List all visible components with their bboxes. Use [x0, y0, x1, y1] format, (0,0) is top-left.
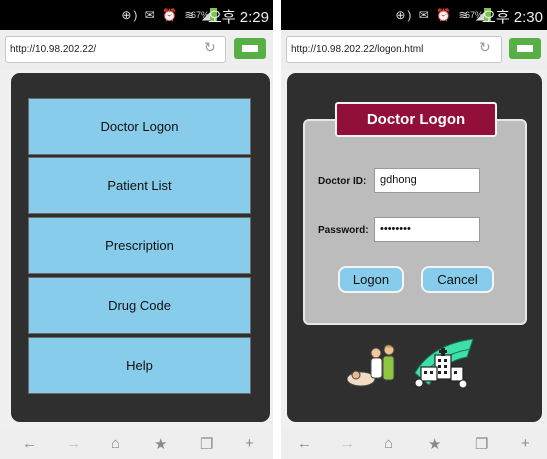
add-icon[interactable]: +: [245, 435, 254, 452]
add-icon[interactable]: +: [521, 435, 530, 452]
dialog-title-banner: Doctor Logon: [335, 102, 497, 137]
password-label: Password:: [318, 225, 369, 236]
reload-icon[interactable]: ↻: [204, 39, 216, 56]
page-content: Doctor Logon Patient List Prescription D…: [11, 73, 270, 422]
status-time: 오후 2:30: [482, 9, 543, 26]
tabs-button[interactable]: [234, 38, 266, 59]
page-content: Doctor ID: gdhong Password: •••••••• Log…: [287, 73, 542, 422]
right-screen: ⊕) ✉ ⏰ ≋ ◢ 67% 오후 2:30 http://10.98.202.…: [281, 0, 547, 459]
tabs-icon[interactable]: ❐: [475, 435, 488, 453]
status-bar: ⊕) ✉ ⏰ ≋ ◢ 67% 오후 2:30: [281, 0, 547, 30]
menu-help-button[interactable]: Help: [28, 337, 251, 394]
status-time: 오후 2:29: [208, 9, 269, 26]
doctor-patient-clipart: [347, 344, 395, 387]
url-field[interactable]: http://10.98.202.22/: [5, 36, 226, 63]
reload-icon[interactable]: ↻: [479, 39, 491, 56]
browser-toolbar: ← → ⌂ ★ ❐ +: [0, 429, 273, 459]
forward-icon[interactable]: →: [66, 435, 81, 452]
menu-drug-code-button[interactable]: Drug Code: [28, 277, 251, 334]
battery-percent: 67%: [190, 10, 209, 20]
browser-toolbar: ← → ⌂ ★ ❐ +: [281, 429, 547, 459]
back-icon[interactable]: ←: [22, 435, 37, 452]
menu-doctor-logon-button[interactable]: Doctor Logon: [28, 98, 251, 155]
logon-dialog: Doctor ID: gdhong Password: •••••••• Log…: [303, 119, 527, 325]
back-icon[interactable]: ←: [297, 435, 312, 452]
doctor-id-input[interactable]: gdhong: [374, 168, 480, 193]
tabs-icon[interactable]: ❐: [200, 435, 213, 453]
url-field[interactable]: http://10.98.202.22/logon.html: [286, 36, 502, 63]
bookmark-star-icon[interactable]: ★: [428, 435, 441, 453]
battery-percent: 67%: [464, 10, 483, 20]
menu-prescription-button[interactable]: Prescription: [28, 217, 251, 274]
left-screen: ⊕) ✉ ⏰ ≋ ◢ 67% 오후 2:29 http://10.98.202.…: [0, 0, 273, 459]
logon-button[interactable]: Logon: [338, 266, 404, 293]
bookmark-star-icon[interactable]: ★: [154, 435, 167, 453]
doctor-id-label: Doctor ID:: [318, 176, 367, 187]
menu-patient-list-button[interactable]: Patient List: [28, 157, 251, 214]
home-icon[interactable]: ⌂: [111, 435, 120, 452]
tabs-button[interactable]: [509, 38, 541, 59]
status-bar: ⊕) ✉ ⏰ ≋ ◢ 67% 오후 2:29: [0, 0, 273, 30]
screen-divider: [273, 0, 281, 459]
hospital-clipart: [414, 338, 474, 389]
password-input[interactable]: ••••••••: [374, 217, 480, 242]
browser-address-bar: http://10.98.202.22/ ↻: [0, 30, 273, 70]
cancel-button[interactable]: Cancel: [421, 266, 494, 293]
browser-address-bar: http://10.98.202.22/logon.html ↻: [281, 30, 547, 70]
forward-icon[interactable]: →: [340, 435, 355, 452]
home-icon[interactable]: ⌂: [384, 435, 393, 452]
